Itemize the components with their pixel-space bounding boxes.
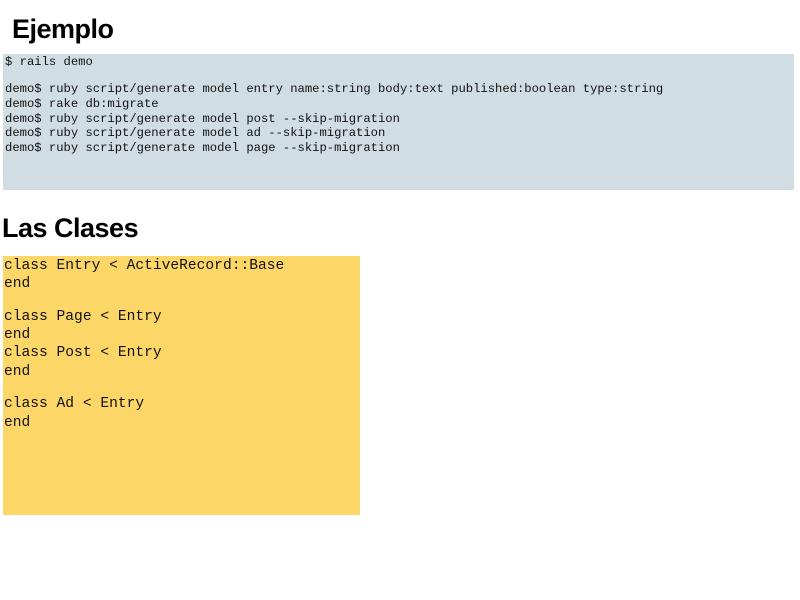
terminal-line: $ rails demo [5, 55, 93, 69]
code-line: class Post < Entry [4, 345, 162, 362]
code-line: end [4, 363, 31, 380]
code-line: class Ad < Entry [4, 396, 145, 413]
terminal-line: demo$ rake db:migrate [5, 96, 159, 111]
terminal-line: demo$ ruby script/generate model post --… [5, 111, 400, 126]
terminal-line: demo$ ruby script/generate model page --… [5, 141, 400, 156]
section-title-las-clases: Las Clases [2, 213, 139, 243]
terminal-code-block: $ rails demo demo$ ruby script/generate m… [3, 54, 794, 190]
code-line: class Entry < ActiveRecord::Base [4, 258, 285, 274]
terminal-line: demo$ ruby script/generate model ad --sk… [5, 126, 386, 141]
classes-code-block: class Entry < ActiveRecord::Base end class… [3, 256, 360, 515]
code-line: class Page < Entry [4, 309, 162, 325]
code-line: end [4, 327, 31, 344]
section-title-ejemplo: Ejemplo [12, 14, 114, 44]
code-line: end [4, 414, 31, 431]
code-line: end [4, 276, 31, 293]
terminal-line: demo$ ruby script/generate model entry n… [5, 81, 664, 96]
